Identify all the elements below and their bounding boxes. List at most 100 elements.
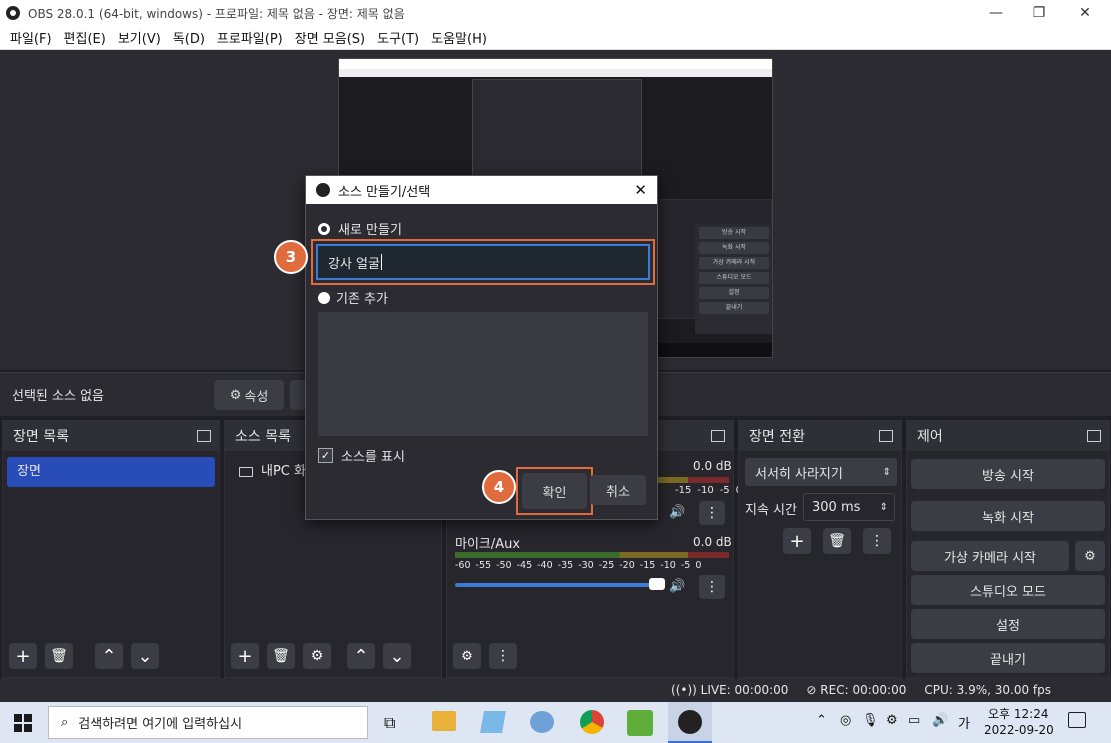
virtual-camera-settings-button[interactable]: ⚙ — [1075, 541, 1105, 571]
add-existing-option[interactable]: 기존 추가 — [318, 288, 388, 307]
preview-control-item: 스튜디오 모드 — [699, 272, 769, 284]
chrome-icon[interactable] — [580, 710, 604, 734]
obs-taskbar-item[interactable] — [668, 702, 712, 743]
remove-source-button[interactable]: 🗑 — [267, 643, 295, 669]
start-virtual-camera-button[interactable]: 가상 카메라 시작 — [911, 541, 1069, 571]
chevron-up-icon[interactable]: ⌃ — [816, 713, 827, 728]
channel-2-volume-slider[interactable] — [455, 583, 661, 587]
transitions-dock-title: 장면 전환 — [749, 429, 805, 445]
tray-network-icon[interactable]: ▭ — [908, 713, 920, 728]
advanced-audio-button[interactable]: ⚙ — [453, 643, 481, 669]
studio-mode-button[interactable]: 스튜디오 모드 — [911, 575, 1105, 605]
tray-volume-icon[interactable]: 🔊 — [932, 713, 948, 728]
obs-icon — [678, 710, 702, 734]
cancel-button[interactable]: 취소 — [590, 475, 646, 505]
android-app-icon[interactable] — [627, 710, 653, 736]
file-explorer-icon[interactable] — [432, 711, 456, 731]
float-dock-icon[interactable] — [197, 430, 211, 442]
source-item-label: 내PC 화 — [261, 464, 306, 479]
tray-microphone-icon[interactable]: 🎙 — [862, 713, 879, 728]
notes-app-icon[interactable] — [480, 711, 506, 733]
tray-webcam-icon[interactable]: ◎ — [840, 713, 851, 728]
channel-1-menu-button[interactable]: ⋮ — [699, 501, 725, 525]
float-dock-icon[interactable] — [879, 430, 893, 442]
checkbox-checked-icon[interactable]: ✓ — [318, 448, 333, 463]
scene-down-button[interactable]: ⌄ — [131, 643, 159, 669]
properties-button[interactable]: ⚙ 속성 — [214, 380, 284, 410]
menu-profile[interactable]: 프로파일(P) — [211, 28, 289, 47]
step-4-marker: 4 — [482, 470, 516, 504]
channel-1-scale: -15 -10 -5 0 — [675, 485, 742, 496]
transitions-dock-header: 장면 전환 — [739, 421, 901, 451]
speaker-icon[interactable]: 🔊 — [669, 579, 685, 594]
spin-arrows-icon: ⇕ — [879, 501, 888, 513]
source-properties-button[interactable]: ⚙ — [303, 643, 331, 669]
scenes-dock-header: 장면 목록 — [3, 421, 219, 451]
taskbar-time[interactable]: 오후 12:24 — [988, 705, 1048, 722]
add-scene-button[interactable]: + — [9, 643, 37, 669]
menu-edit[interactable]: 편집(E) — [58, 28, 112, 47]
float-dock-icon[interactable] — [711, 430, 725, 442]
taskbar-date[interactable]: 2022-09-20 — [984, 723, 1054, 737]
minimize-button[interactable]: — — [973, 0, 1019, 26]
radio-selected-icon[interactable] — [318, 222, 330, 235]
menu-file[interactable]: 파일(F) — [4, 28, 58, 47]
scene-item[interactable]: 장면 — [7, 457, 215, 487]
start-recording-button[interactable]: 녹화 시작 — [911, 501, 1105, 531]
chevron-down-icon: ⌄ — [389, 645, 405, 667]
create-select-source-dialog: 소스 만들기/선택 ✕ 새로 만들기 강사 얼굴 기존 추가 ✓ 소스를 표시 … — [305, 175, 658, 520]
transition-menu-button[interactable]: ⋮ — [863, 528, 891, 554]
obs-logo-icon — [6, 6, 20, 20]
create-new-option[interactable]: 새로 만들기 — [318, 219, 402, 238]
maximize-button[interactable]: ❐ — [1016, 0, 1062, 26]
add-source-button[interactable]: + — [231, 643, 259, 669]
properties-label: 속성 — [244, 389, 269, 405]
channel-2-volume-handle[interactable] — [649, 578, 665, 590]
tray-settings-icon[interactable]: ⚙ — [886, 713, 898, 728]
start-streaming-button[interactable]: 방송 시작 — [911, 459, 1105, 489]
preview-control-item: 방송 시작 — [699, 227, 769, 239]
menu-tools[interactable]: 도구(T) — [371, 28, 425, 47]
ok-button[interactable]: 확인 — [522, 473, 587, 509]
preview-window-menubar — [339, 69, 772, 77]
gear-icon: ⚙ — [229, 387, 242, 403]
paint-app-icon[interactable] — [530, 711, 554, 733]
cpu-status: CPU: 3.9%, 30.00 fps — [924, 683, 1051, 697]
scale-tick: -5 — [680, 560, 691, 571]
show-source-option[interactable]: ✓ 소스를 표시 — [318, 446, 405, 465]
taskbar-search-box[interactable]: ⌕ 검색하려면 여기에 입력하십시 — [48, 706, 368, 739]
source-up-button[interactable]: ⌃ — [347, 643, 375, 669]
duration-spinbox[interactable]: 300 ms ⇕ — [803, 493, 895, 521]
name-field-highlight: 강사 얼굴 — [311, 239, 655, 285]
channel-2-menu-button[interactable]: ⋮ — [699, 575, 725, 599]
dialog-close-icon[interactable]: ✕ — [634, 181, 647, 199]
float-dock-icon[interactable] — [1087, 430, 1101, 442]
source-down-button[interactable]: ⌄ — [383, 643, 411, 669]
menu-view[interactable]: 보기(V) — [112, 28, 167, 47]
exit-button[interactable]: 끝내기 — [911, 643, 1105, 673]
task-view-icon[interactable]: ⧉ — [384, 713, 395, 733]
menu-help[interactable]: 도움말(H) — [425, 28, 493, 47]
ime-indicator[interactable]: 가 — [958, 713, 970, 732]
add-transition-button[interactable]: + — [783, 528, 811, 554]
remove-transition-button[interactable]: 🗑 — [823, 528, 851, 554]
menu-docks[interactable]: 독(D) — [167, 28, 211, 47]
radio-unselected-icon[interactable] — [318, 291, 330, 304]
channel-2-level: 0.0 dB — [693, 535, 732, 549]
notification-icon[interactable] — [1068, 712, 1086, 728]
menu-scene-collection[interactable]: 장면 모음(S) — [289, 28, 371, 47]
speaker-icon[interactable]: 🔊 — [669, 505, 685, 520]
scene-up-button[interactable]: ⌃ — [95, 643, 123, 669]
transition-select[interactable]: 서서히 사라지기 ⇕ — [745, 458, 897, 486]
scale-tick: -60 — [455, 560, 471, 571]
source-name-input[interactable]: 강사 얼굴 — [316, 244, 650, 280]
close-button[interactable]: ✕ — [1062, 0, 1108, 26]
existing-sources-list[interactable] — [318, 312, 648, 436]
remove-scene-button[interactable]: 🗑 — [45, 643, 73, 669]
windows-start-icon[interactable] — [14, 714, 32, 732]
channel-2-scale: -60 -55 -50 -45 -40 -35 -30 -25 -20 -15 … — [455, 560, 701, 571]
transition-select-value: 서서히 사라지기 — [755, 466, 843, 482]
settings-button[interactable]: 설정 — [911, 609, 1105, 639]
mixer-menu-button[interactable]: ⋮ — [489, 643, 517, 669]
dialog-title: 소스 만들기/선택 — [338, 184, 431, 200]
